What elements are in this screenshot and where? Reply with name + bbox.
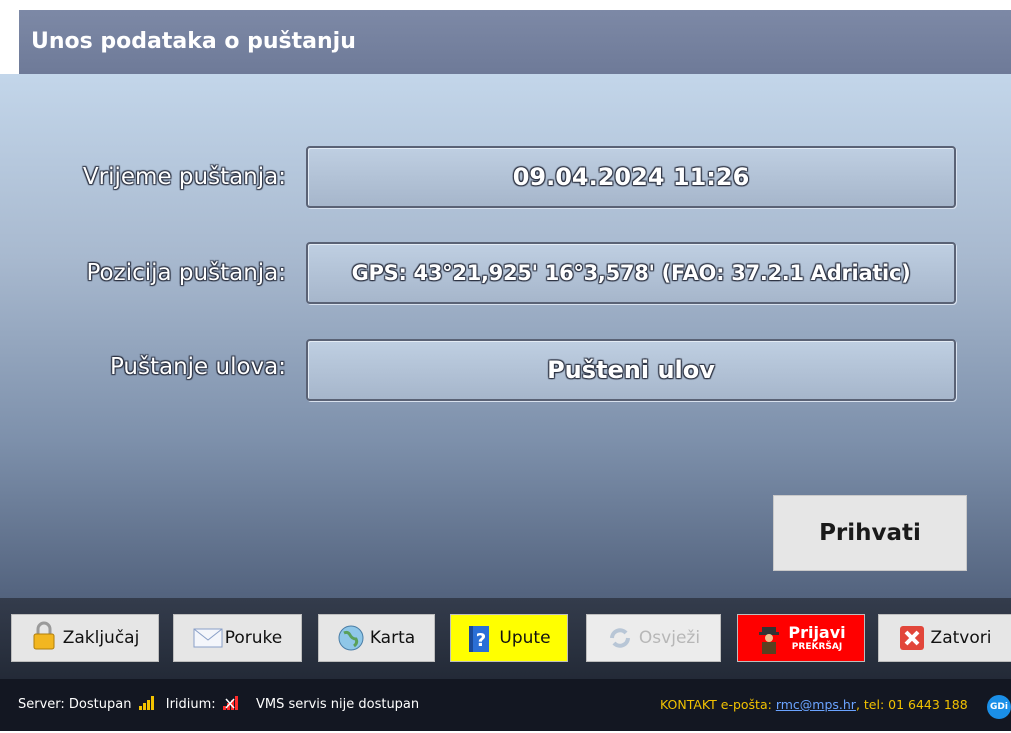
server-status: Server: Dostupan (18, 697, 132, 712)
help-book-icon: ? (467, 625, 493, 652)
gdi-logo: GDi (987, 695, 1011, 719)
release-field[interactable]: Pušteni ulov (306, 339, 956, 401)
title-bar: Unos podataka o puštanju (19, 10, 1011, 74)
map-label: Karta (369, 628, 416, 648)
help-label: Upute (499, 628, 551, 648)
report-label: Prijavi (788, 622, 846, 642)
release-form: Vrijeme puštanja: 09.04.2024 11:26 Pozic… (0, 74, 1011, 598)
contact-phone: , tel: 01 6443 188 (855, 697, 968, 712)
signal-icon (138, 681, 155, 733)
status-left: Server: Dostupan Iridium: VMS servis nij… (18, 679, 419, 733)
close-icon (899, 625, 925, 651)
iridium-status: Iridium: (165, 697, 216, 712)
contact-info: KONTAKT e-pošta: rmc@mps.hr, tel: 01 644… (660, 679, 968, 731)
position-label: Pozicija puštanja: (86, 260, 287, 286)
envelope-icon (193, 625, 223, 651)
contact-email-link[interactable]: rmc@mps.hr (776, 697, 856, 712)
time-label: Vrijeme puštanja: (82, 164, 286, 190)
contact-prefix: KONTAKT e-pošta: (660, 697, 772, 712)
status-bar: Server: Dostupan Iridium: VMS servis nij… (0, 679, 1011, 731)
globe-icon (338, 625, 364, 651)
release-label: Puštanje ulova: (109, 354, 286, 380)
no-signal-icon (222, 681, 239, 733)
padlock-icon (31, 621, 57, 651)
help-button[interactable]: ? Upute (450, 614, 568, 662)
svg-text:?: ? (476, 630, 486, 651)
refresh-button[interactable]: Osvježi (586, 614, 721, 662)
accept-button[interactable]: Prihvati (773, 495, 967, 571)
lock-button[interactable]: Zaključaj (11, 614, 159, 662)
report-violation-button[interactable]: Prijavi PREKRŠAJ (737, 614, 865, 662)
time-field[interactable]: 09.04.2024 11:26 (306, 146, 956, 208)
map-button[interactable]: Karta (318, 614, 435, 662)
vms-status: VMS servis nije dostupan (255, 697, 420, 712)
app-window: Unos podataka o puštanju Vrijeme puštanj… (0, 0, 1011, 731)
close-button[interactable]: Zatvori (878, 614, 1011, 662)
messages-label: Poruke (224, 628, 283, 648)
refresh-label: Osvježi (638, 628, 701, 648)
inspector-icon (756, 625, 782, 654)
report-sublabel: PREKRŠAJ (791, 641, 843, 652)
report-text: Prijavi PREKRŠAJ (788, 622, 846, 652)
lock-label: Zaključaj (62, 628, 140, 648)
close-label: Zatvori (930, 628, 992, 648)
messages-button[interactable]: Poruke (173, 614, 302, 662)
refresh-icon (607, 625, 633, 651)
window-title: Unos podataka o puštanju (31, 29, 356, 54)
bottom-toolbar: Zaključaj Poruke Karta ? Upute Osvježi P… (0, 598, 1011, 679)
position-field[interactable]: GPS: 43°21,925' 16°3,578' (FAO: 37.2.1 A… (306, 242, 956, 304)
